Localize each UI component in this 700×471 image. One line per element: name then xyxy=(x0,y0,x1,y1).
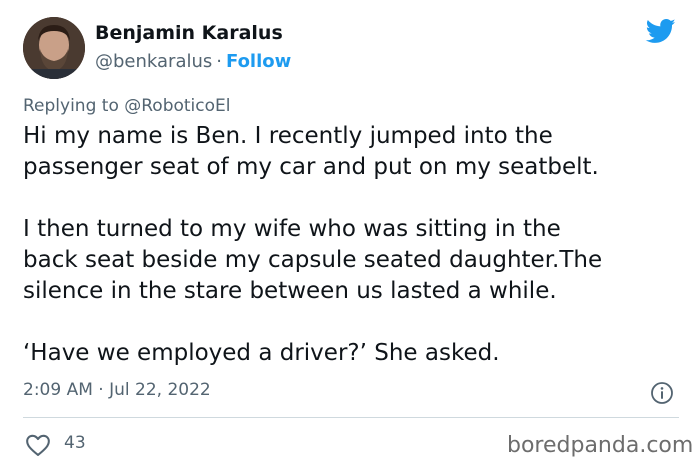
tweet-text: Hi my name is Ben. I recently jumped int… xyxy=(23,121,695,369)
divider xyxy=(23,417,679,418)
tweet-line: silence in the stare between us lasted a… xyxy=(23,278,557,304)
tweet-line: I then turned to my wife who was sitting… xyxy=(23,216,561,242)
tweet-line: Hi my name is Ben. I recently jumped int… xyxy=(23,123,553,149)
tweet-timestamp[interactable]: 2:09 AM · Jul 22, 2022 xyxy=(23,380,211,400)
watermark: boredpanda.com xyxy=(507,433,694,458)
reply-context: Replying to @RoboticoEl xyxy=(23,96,231,116)
follow-button[interactable]: Follow xyxy=(226,51,291,72)
author-name[interactable]: Benjamin Karalus xyxy=(95,22,283,44)
tweet-line-break xyxy=(23,307,695,338)
heart-icon[interactable] xyxy=(25,433,51,457)
tweet-line-break xyxy=(23,183,695,214)
author-handle-row: @benkaralus · Follow xyxy=(95,51,291,72)
twitter-bird-icon[interactable] xyxy=(644,16,678,46)
author-handle[interactable]: @benkaralus xyxy=(95,51,212,72)
tweet-line: passenger seat of my car and put on my s… xyxy=(23,154,599,180)
reply-prefix: Replying to xyxy=(23,96,119,116)
like-count[interactable]: 43 xyxy=(64,433,86,453)
reply-mention-link[interactable]: @RoboticoEl xyxy=(124,96,230,116)
info-icon[interactable] xyxy=(650,381,674,405)
separator-dot: · xyxy=(216,51,222,72)
avatar-image xyxy=(23,17,85,79)
avatar[interactable] xyxy=(23,17,85,79)
tweet-line: ‘Have we employed a driver?’ She asked. xyxy=(23,340,500,366)
tweet-line: back seat beside my capsule seated daugh… xyxy=(23,247,603,273)
